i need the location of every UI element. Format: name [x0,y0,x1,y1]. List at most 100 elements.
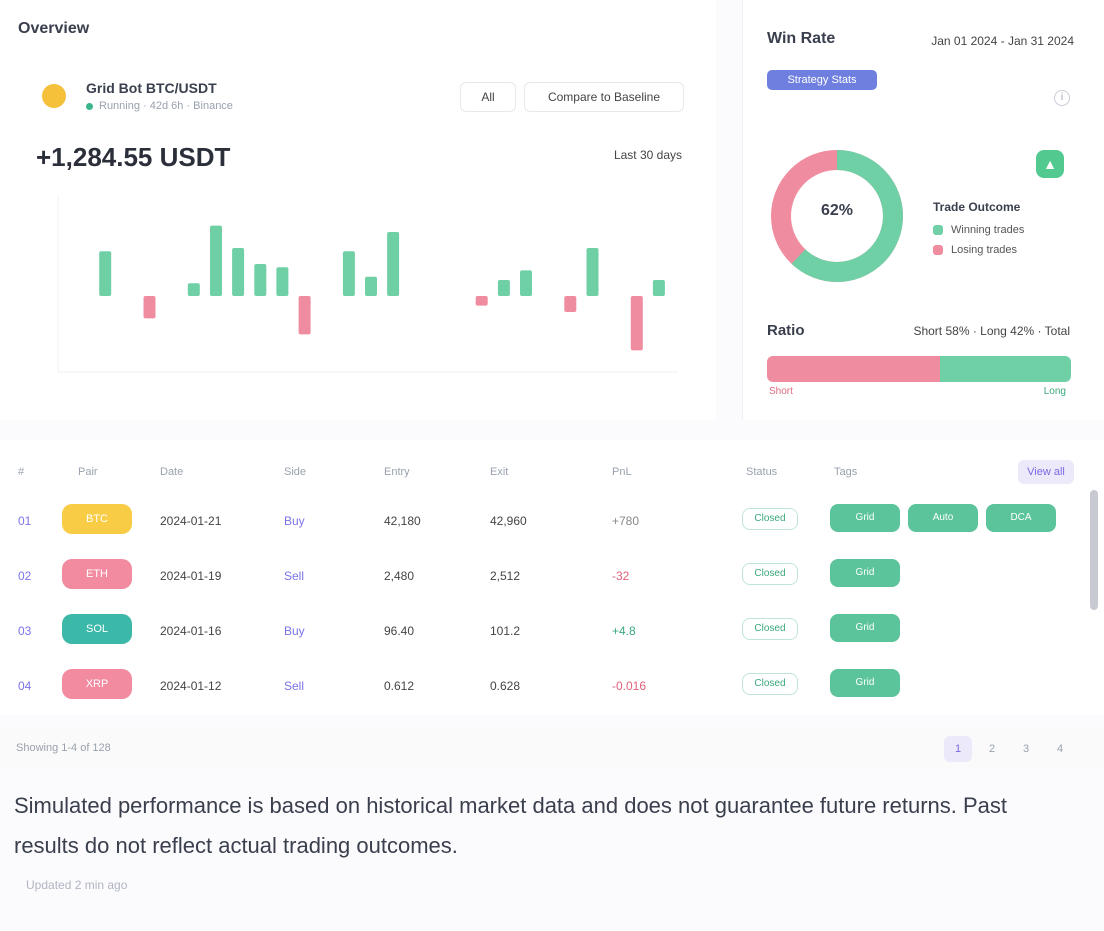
row-date: 2024-01-19 [160,569,222,583]
page-button-4[interactable]: 4 [1046,736,1074,762]
pair-pill[interactable]: BTC [62,504,132,534]
header-status: Status [746,466,778,478]
ratio-bar-long [940,356,1071,382]
table-header: # Pair Date Side Entry Exit PnL Status T… [0,460,1104,486]
row-pnl: -0.016 [612,679,647,693]
all-button[interactable]: All [460,82,516,112]
legend-label-win: Winning trades [951,224,1025,236]
row-exit: 42,960 [490,514,527,528]
pnl-bar [564,296,577,312]
row-pnl: +780 [612,514,640,528]
pnl-bar [387,232,400,296]
row-entry: 96.40 [384,624,415,638]
bot-card: Grid Bot BTC/USDT Running · 42d 6h · Bin… [30,66,692,406]
bot-name: Grid Bot BTC/USDT [86,80,217,96]
header-index: # [18,466,25,478]
row-exit: 101.2 [490,624,521,638]
page: Overview Grid Bot BTC/USDT Running · 42d… [0,0,1104,931]
table-row[interactable]: 02 ETH 2024-01-19 Sell 2,480 2,512 -32 Closed Gr… [0,551,1080,606]
row-exit: 0.628 [490,679,521,693]
tag-chip[interactable]: Grid [830,614,900,642]
tag-chip[interactable]: Grid [830,504,900,532]
row-side: Sell [284,569,305,583]
view-all-button[interactable]: View all [1018,460,1074,484]
pair-pill[interactable]: XRP [62,669,132,699]
date-range-select[interactable]: Jan 01 2024 - Jan 31 2024 [931,34,1074,48]
pnl-bar [276,267,289,296]
compare-button[interactable]: Compare to Baseline [524,82,684,112]
status-badge: Closed [742,673,798,695]
legend-item-win: Winning trades [933,224,1073,236]
pair-pill[interactable]: SOL [62,614,132,644]
tag-chip[interactable]: Grid [830,559,900,587]
pnl-bar [342,251,355,296]
info-icon[interactable]: i [1054,90,1070,106]
trades-table: # Pair Date Side Entry Exit PnL Status T… [0,440,1104,715]
win-rate-panel: Win Rate Jan 01 2024 - Jan 31 2024 Strat… [742,0,1104,420]
header-exit: Exit [490,466,509,478]
row-index: 01 [18,514,32,528]
pager: Showing 1-4 of 128 1 2 3 4 [0,728,1104,768]
page-button-3[interactable]: 3 [1012,736,1040,762]
table-row[interactable]: 03 SOL 2024-01-16 Buy 96.40 101.2 +4.8 Closed Gr… [0,606,1080,661]
table-row[interactable]: 01 BTC 2024-01-21 Buy 42,180 42,960 +780 Closed… [0,496,1080,551]
header-side: Side [284,466,307,478]
bot-subtitle: Running · 42d 6h · Binance [86,100,233,112]
legend-swatch-win [933,225,943,235]
disclaimer-text: Simulated performance is based on histor… [14,793,1008,858]
row-pnl: +4.8 [612,624,636,638]
ratio-right-label: Long [1043,386,1066,397]
bot-avatar [42,84,66,108]
header-tags: Tags [834,466,858,478]
showing-text: Showing 1-4 of 128 [16,742,111,754]
pnl-bar [475,296,488,306]
row-entry: 2,480 [384,569,415,583]
header-pnl: PnL [612,466,632,478]
section-title: Overview [18,20,90,37]
pnl-bar [652,280,665,296]
row-date: 2024-01-21 [160,514,222,528]
status-badge: Closed [742,563,798,585]
header-date: Date [160,466,184,478]
pnl-bar [254,264,267,296]
tag-chip[interactable]: Grid [830,669,900,697]
pnl-bar [187,283,200,296]
arrow-up-icon: ▲ [1036,150,1064,178]
ratio-text: Short 58% · Long 42% · Total [913,324,1070,338]
pnl-bar [143,296,156,319]
status-badge: Closed [742,618,798,640]
status-dot-icon [86,102,93,110]
row-entry: 42,180 [384,514,421,528]
legend-swatch-loss [933,245,943,255]
updated-text: Updated 2 min ago [26,878,128,892]
outcome-legend: Trade Outcome Winning trades Losing trad… [933,200,1073,264]
win-rate-title: Win Rate [767,30,836,47]
row-date: 2024-01-16 [160,624,222,638]
pnl-bar [298,296,311,335]
donut-label: 62% [820,202,854,219]
pnl-value: +1,284.55 USDT [36,142,231,172]
row-date: 2024-01-12 [160,679,222,693]
page-button-1[interactable]: 1 [944,736,972,762]
pair-pill[interactable]: ETH [62,559,132,589]
row-index: 03 [18,624,32,638]
row-pnl: -32 [612,569,630,583]
strategy-tag[interactable]: Strategy Stats [767,70,877,90]
tag-chip[interactable]: DCA [986,504,1056,532]
pnl-period-select[interactable]: Last 30 days [614,148,682,162]
status-badge: Closed [742,508,798,530]
ratio-bar [767,356,1071,382]
ratio-bar-short [767,356,941,382]
row-index: 04 [18,679,32,693]
ratio-left-label: Short [769,386,793,397]
tag-chip[interactable]: Auto [908,504,978,532]
pnl-bar [99,251,112,296]
row-side: Buy [284,624,305,638]
table-scrollbar[interactable] [1090,490,1098,610]
ratio-title: Ratio [767,322,805,339]
header-entry: Entry [384,466,410,478]
table-row[interactable]: 04 XRP 2024-01-12 Sell 0.612 0.628 -0.016 Close… [0,661,1080,716]
row-index: 02 [18,569,32,583]
row-entry: 0.612 [384,679,415,693]
page-button-2[interactable]: 2 [978,736,1006,762]
